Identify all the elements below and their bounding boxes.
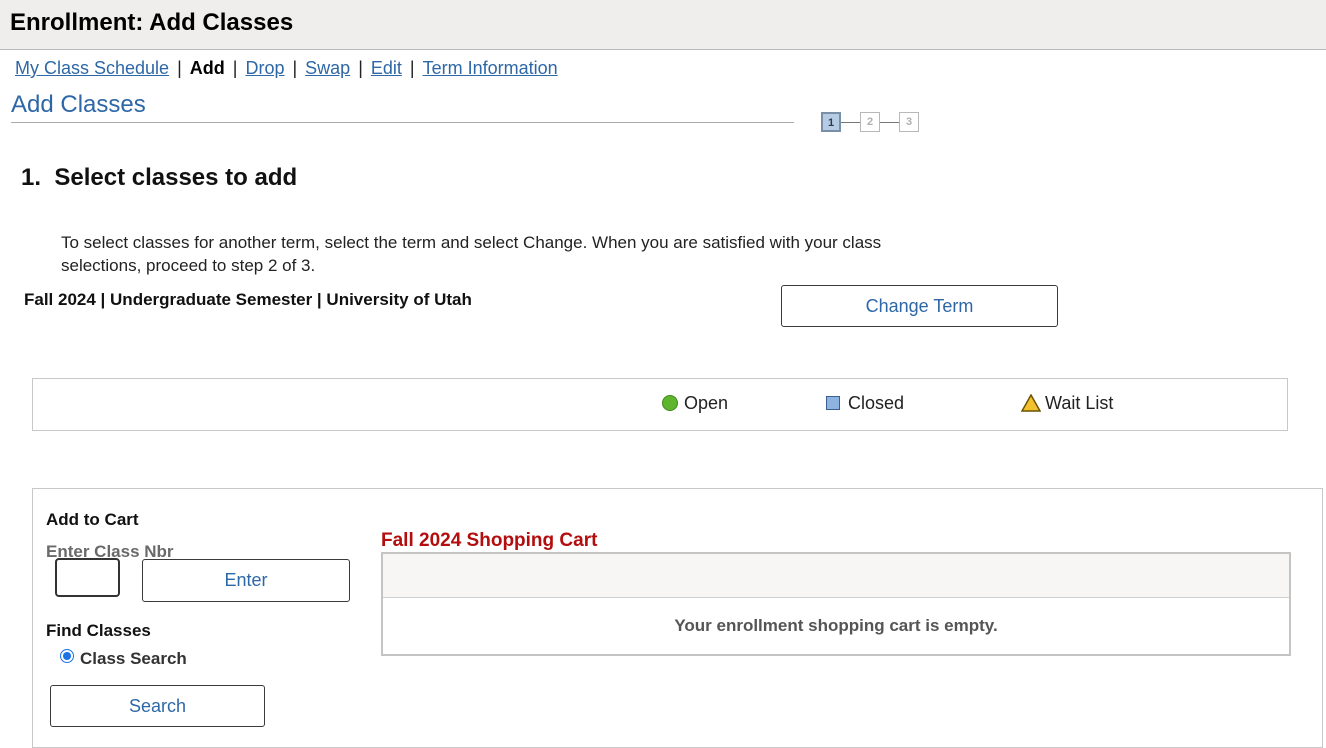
header-title: Enrollment: Add Classes (10, 9, 294, 36)
page-title: Add Classes (11, 91, 146, 118)
legend-closed: Closed (826, 393, 904, 414)
enter-button[interactable]: Enter (142, 559, 350, 602)
legend-closed-label: Closed (848, 393, 905, 413)
nav-separator: | (177, 58, 182, 78)
class-search-radio[interactable] (60, 649, 74, 663)
nav-swap[interactable]: Swap (305, 58, 350, 78)
yellow-triangle-icon (1021, 394, 1041, 412)
cart-empty-message: Your enrollment shopping cart is empty. (674, 616, 998, 635)
shopping-cart-table-header (383, 554, 1289, 598)
title-divider (11, 122, 794, 123)
legend-wait-list-label: Wait List (1045, 393, 1114, 413)
step-3: 3 (899, 112, 919, 132)
blue-square-icon (826, 396, 840, 410)
nav-separator: | (292, 58, 298, 78)
class-nbr-input[interactable] (55, 558, 120, 597)
nav-edit-label: Edit (370, 58, 402, 78)
nav-swap-label: Swap (305, 58, 351, 78)
nav-separator: | (358, 58, 363, 78)
nav-term-information[interactable]: Term Information (423, 58, 558, 78)
nav-drop-label: Drop (245, 58, 285, 78)
change-term-button[interactable]: Change Term (781, 285, 1058, 327)
nav-separator: | (409, 58, 415, 78)
find-classes-heading: Find Classes (46, 621, 151, 640)
nav-my-class-schedule-label: My Class Schedule (15, 58, 170, 78)
section-heading: 1. Select classes to add (21, 164, 298, 191)
instructions-text: To select classes for another term, sele… (61, 233, 882, 275)
step-connector (880, 122, 899, 123)
nav-my-class-schedule[interactable]: My Class Schedule (15, 58, 169, 78)
nav-separator: | (232, 58, 238, 78)
legend-wait-list: Wait List (1021, 393, 1113, 414)
nav-add-current: Add (189, 58, 225, 78)
shopping-cart-title: Fall 2024 Shopping Cart (381, 530, 598, 551)
legend-open-label: Open (684, 393, 729, 413)
legend-open: Open (662, 393, 728, 414)
class-search-label: Class Search (80, 649, 187, 668)
nav-edit[interactable]: Edit (371, 58, 402, 78)
step-connector (841, 122, 860, 123)
search-button[interactable]: Search (50, 685, 265, 727)
status-legend: Open Closed Wait List (32, 378, 1288, 431)
step-1: 1 (821, 112, 841, 132)
shopping-cart-table: Your enrollment shopping cart is empty. (381, 552, 1291, 656)
nav-term-information-label: Term Information (422, 58, 558, 78)
step-2: 2 (860, 112, 880, 132)
enrollment-nav: My Class Schedule | Add | Drop | Swap | Edit | Ter… (15, 58, 558, 79)
add-to-cart-heading: Add to Cart (46, 510, 139, 529)
green-circle-icon (662, 395, 678, 411)
step-indicator: 1 2 3 (821, 112, 923, 134)
nav-drop[interactable]: Drop (245, 58, 284, 78)
current-term: Fall 2024 | Undergraduate Semester | Uni… (24, 290, 472, 309)
